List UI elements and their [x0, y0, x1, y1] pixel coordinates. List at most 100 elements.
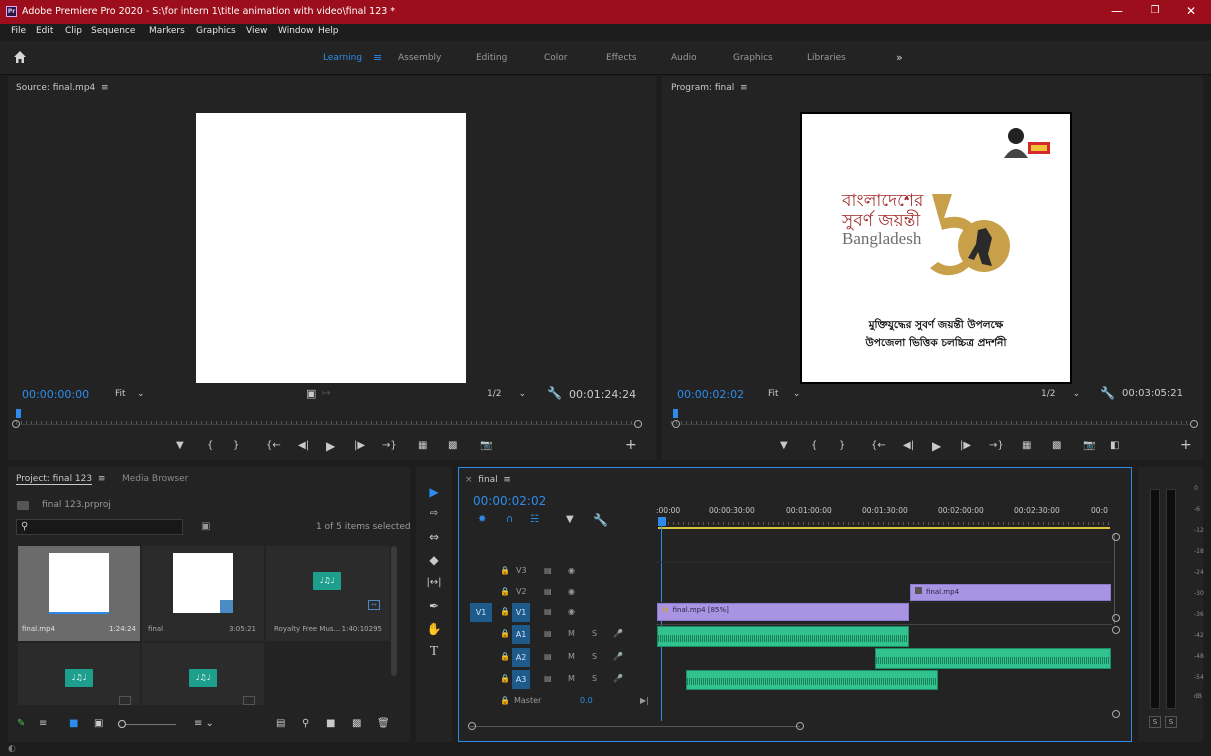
track-label[interactable]: A2 — [512, 648, 530, 667]
workspace-audio[interactable]: Audio — [671, 53, 697, 63]
panel-menu-icon[interactable]: ≡ — [101, 83, 109, 93]
microphone-icon[interactable]: 🎤 — [613, 629, 623, 638]
timeline-settings-icon[interactable]: 🔧 — [593, 513, 608, 527]
sort-icon[interactable]: ≡ ⌄ — [194, 718, 214, 729]
play-icon[interactable]: ▶ — [932, 439, 941, 453]
eye-icon[interactable]: ◉ — [568, 587, 575, 596]
menu-file[interactable]: File — [11, 26, 26, 36]
list-view-icon[interactable]: ≡ — [39, 718, 47, 729]
track-label[interactable]: A1 — [512, 625, 530, 644]
step-forward-icon[interactable]: |▶ — [354, 440, 365, 451]
project-item[interactable]: ♩♫♩ — [142, 643, 264, 705]
workspace-assembly[interactable]: Assembly — [398, 53, 441, 63]
v2-clip[interactable]: final.mp4 — [910, 584, 1111, 601]
go-to-out-icon[interactable]: →} — [382, 440, 397, 451]
snap-icon[interactable]: ∩ — [506, 514, 513, 525]
scroll-handle[interactable] — [1112, 614, 1120, 622]
project-item[interactable]: ♩♫♩ ↤ Royalty Free Mus... 1:40:10295 — [266, 546, 390, 641]
pencil-icon[interactable]: ✎ — [17, 718, 25, 729]
restore-icon[interactable]: ❐ — [1140, 2, 1170, 20]
timeline-playhead-handle[interactable] — [658, 517, 666, 526]
source-timecode[interactable]: 00:00:00:00 — [22, 388, 89, 401]
a3-clip[interactable] — [686, 670, 938, 690]
sync-lock-icon[interactable]: ▤ — [544, 674, 552, 683]
slip-tool-icon[interactable]: |↔| — [424, 574, 444, 592]
mute-button[interactable]: M — [568, 652, 575, 661]
project-item[interactable]: final.mp4 1:24:24 — [18, 546, 140, 641]
project-tab[interactable]: Project: final 123 ≡ — [16, 474, 105, 485]
step-back-icon[interactable]: ◀| — [903, 440, 914, 451]
workspace-overflow-icon[interactable]: » — [896, 51, 903, 64]
master-volume[interactable]: 0.0 — [580, 696, 593, 705]
menu-view[interactable]: View — [246, 26, 267, 36]
workspace-color[interactable]: Color — [544, 53, 568, 63]
zoom-slider[interactable] — [126, 724, 176, 725]
project-item[interactable]: final 3:05:21 — [142, 546, 264, 641]
workspace-learning[interactable]: Learning — [323, 53, 362, 63]
sync-lock-icon[interactable]: ▤ — [544, 629, 552, 638]
source-resolution-select[interactable]: 1/2 ⌄ — [487, 389, 526, 399]
lift-icon[interactable]: ▦ — [1022, 440, 1031, 451]
export-frame-icon[interactable]: 📷 — [480, 440, 492, 451]
menu-markers[interactable]: Markers — [149, 26, 185, 36]
source-monitor-title[interactable]: Source: final.mp4 ≡ — [16, 83, 109, 93]
wrench-icon[interactable]: 🔧 — [1100, 386, 1115, 400]
sync-lock-icon[interactable]: ▤ — [544, 652, 552, 661]
go-to-out-icon[interactable]: →} — [989, 440, 1004, 451]
safe-margins-icon[interactable]: ▣ — [306, 387, 316, 400]
panel-menu-icon[interactable]: ≡ — [503, 475, 511, 485]
project-item[interactable]: ♩♫♩ — [18, 643, 140, 705]
go-to-in-icon[interactable]: {← — [266, 440, 281, 451]
add-marker-icon[interactable]: ▼ — [566, 514, 574, 525]
extract-icon[interactable]: ▩ — [1052, 440, 1061, 451]
track-select-tool-icon[interactable]: ⇨ — [424, 505, 444, 523]
button-editor-plus-icon[interactable]: + — [625, 437, 637, 453]
video-track-scrollbar[interactable] — [1114, 534, 1120, 624]
export-frame-icon[interactable]: 📷 — [1083, 440, 1095, 451]
menu-help[interactable]: Help — [318, 26, 339, 36]
find-icon[interactable]: ⚲ — [302, 718, 309, 729]
mute-button[interactable]: M — [568, 629, 575, 638]
new-bin-icon[interactable]: ■ — [326, 718, 335, 729]
menu-sequence[interactable]: Sequence — [91, 26, 135, 36]
sequence-tab[interactable]: × final ≡ — [465, 475, 511, 485]
menu-graphics[interactable]: Graphics — [196, 26, 236, 36]
workspace-effects[interactable]: Effects — [606, 53, 637, 63]
lock-icon[interactable]: 🔒 — [500, 566, 510, 575]
selection-tool-icon[interactable]: ▶ — [424, 483, 444, 501]
microphone-icon[interactable]: 🎤 — [613, 674, 623, 683]
solo-right-button[interactable]: S — [1165, 716, 1177, 728]
pen-tool-icon[interactable]: ✒ — [424, 597, 444, 615]
track-label[interactable]: A3 — [512, 670, 530, 689]
a2-clip[interactable] — [875, 648, 1111, 669]
solo-left-button[interactable]: S — [1149, 716, 1161, 728]
project-scrollbar[interactable] — [391, 546, 397, 676]
nest-icon[interactable]: ✸ — [478, 514, 486, 525]
program-playhead[interactable] — [673, 409, 678, 418]
mark-out-icon[interactable]: } — [233, 440, 239, 451]
source-zoom-bar[interactable] — [16, 424, 636, 425]
v1-clip[interactable]: fx final.mp4 [85%] — [657, 603, 909, 621]
solo-button[interactable]: S — [592, 652, 597, 661]
freeform-view-icon[interactable]: ▣ — [94, 718, 103, 729]
workspace-editing[interactable]: Editing — [476, 53, 507, 63]
add-marker-icon[interactable]: ▼ — [780, 440, 788, 451]
button-editor-plus-icon[interactable]: + — [1180, 437, 1192, 453]
project-search-input[interactable]: ⚲ — [16, 519, 183, 535]
mark-in-icon[interactable]: { — [811, 440, 817, 451]
scroll-handle[interactable] — [1112, 710, 1120, 718]
play-icon[interactable]: ▶ — [326, 439, 335, 453]
type-tool-icon[interactable]: T — [424, 643, 444, 661]
new-search-bin-icon[interactable]: ▣ — [201, 521, 210, 532]
panel-menu-icon[interactable]: ≡ — [740, 83, 748, 93]
program-monitor-title[interactable]: Program: final ≡ — [671, 83, 748, 93]
add-marker-icon[interactable]: ▼ — [176, 440, 184, 451]
go-to-end-icon[interactable]: ▶| — [640, 696, 649, 705]
zoom-handle-right[interactable] — [634, 420, 642, 428]
program-zoom-bar[interactable] — [671, 424, 1191, 425]
comparison-view-icon[interactable]: ◧ — [1110, 440, 1119, 451]
workspace-menu-icon[interactable]: ≡ — [373, 51, 382, 64]
solo-button[interactable]: S — [592, 674, 597, 683]
close-icon[interactable]: ✕ — [1176, 2, 1206, 20]
microphone-icon[interactable]: 🎤 — [613, 652, 623, 661]
